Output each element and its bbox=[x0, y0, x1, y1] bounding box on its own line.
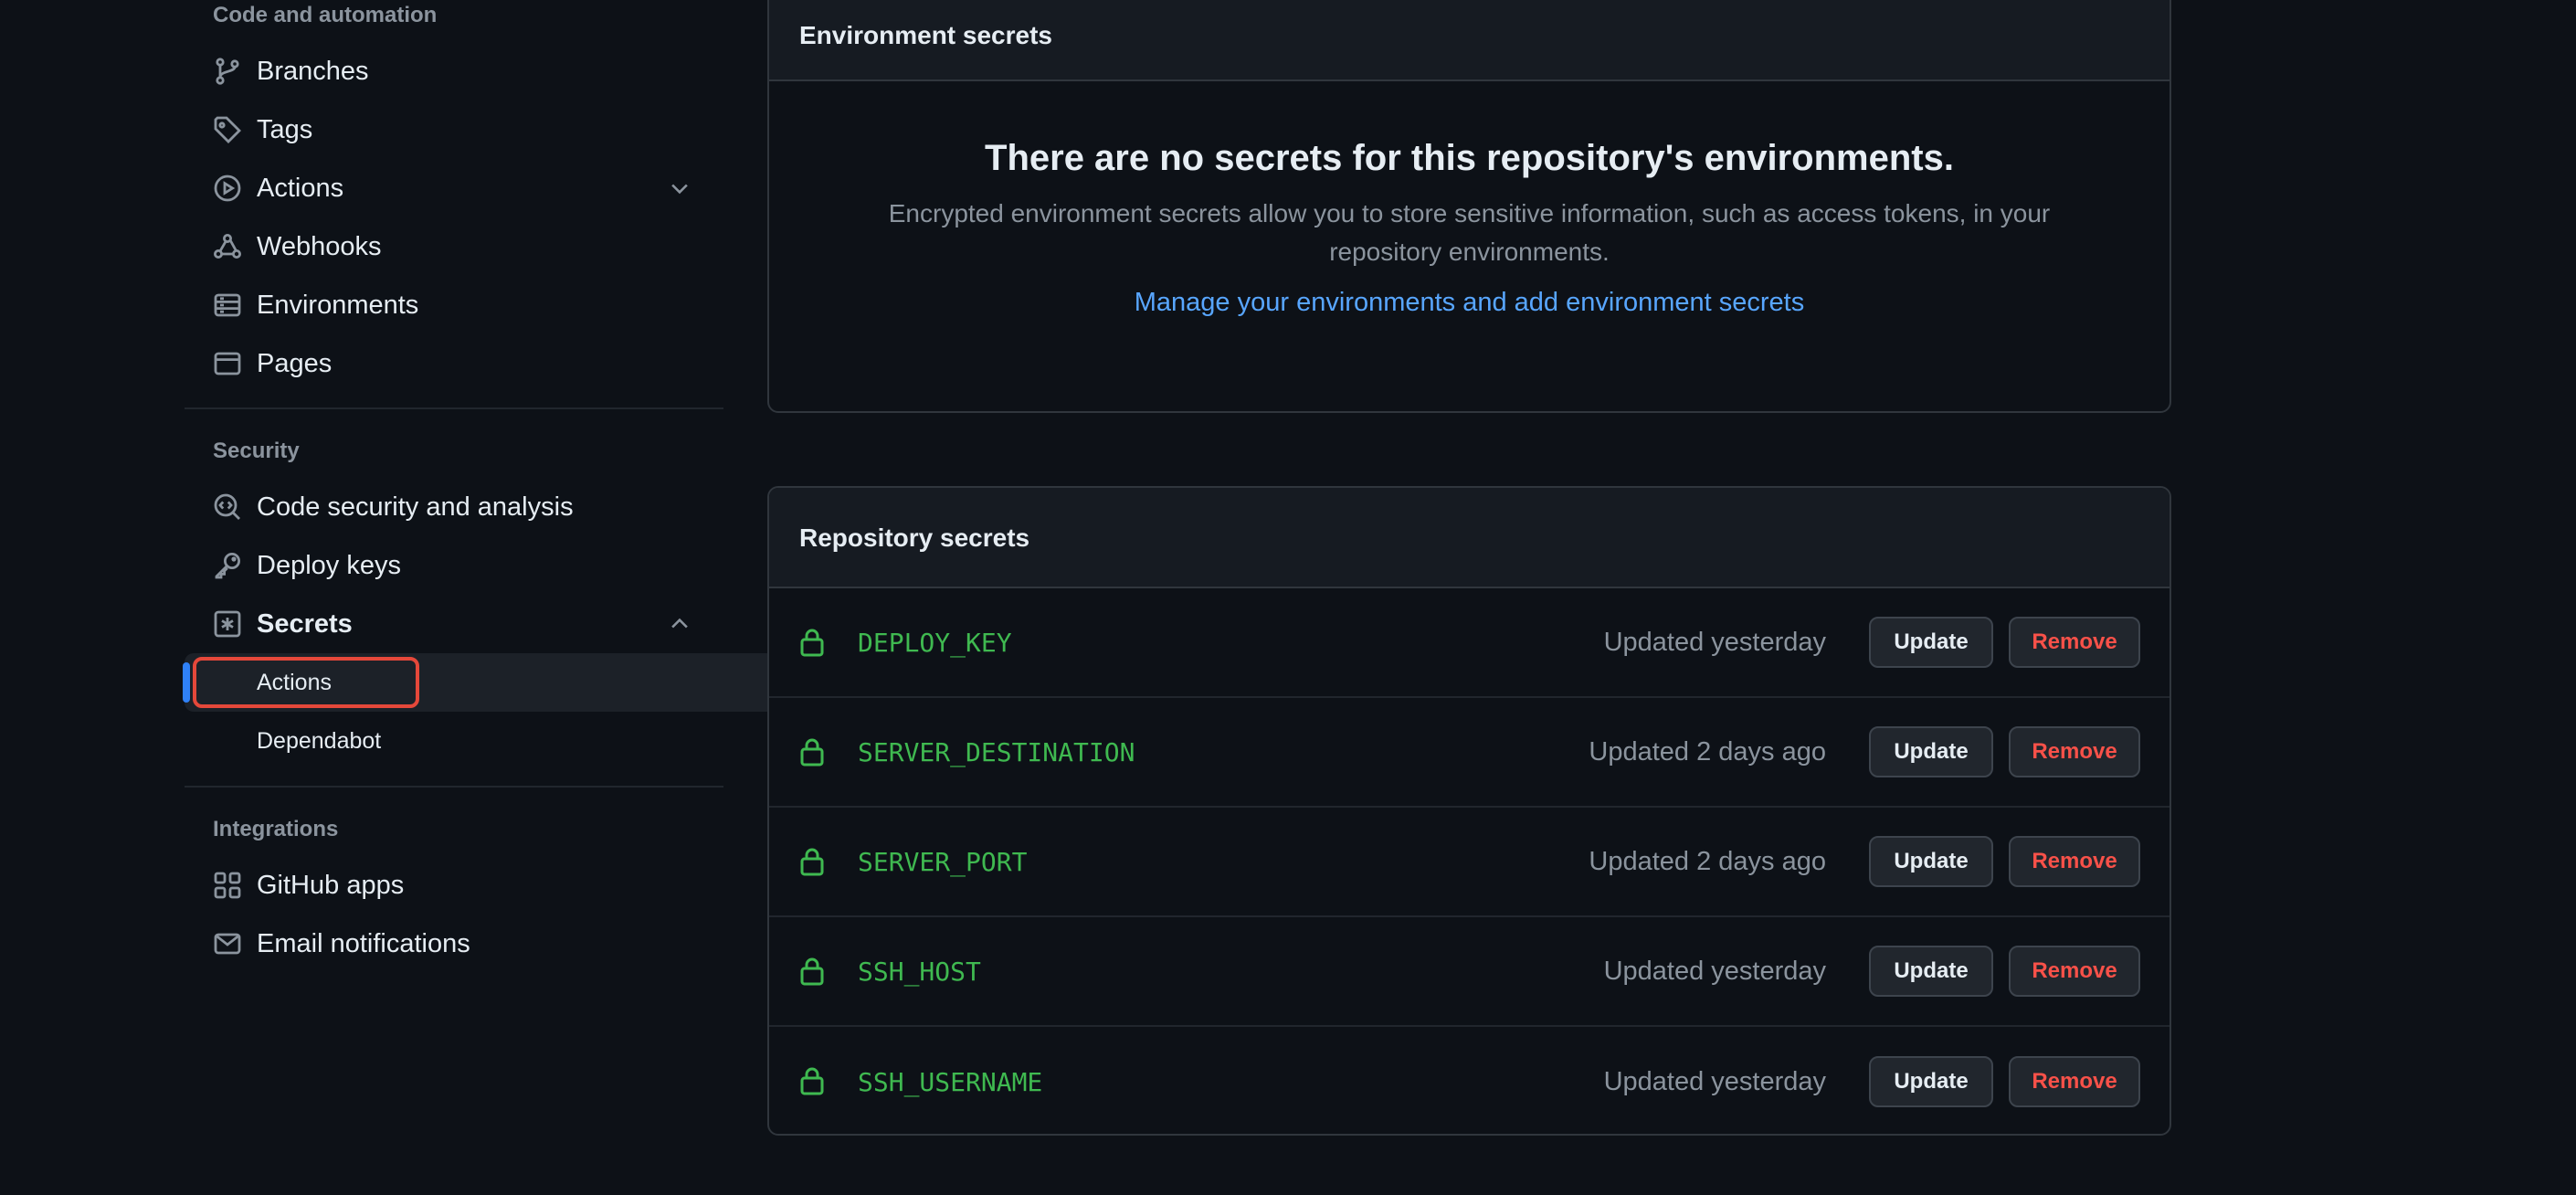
webhook-icon bbox=[213, 232, 242, 261]
sidebar-item-webhooks[interactable]: Webhooks bbox=[185, 217, 723, 276]
sidebar-item-email-notifications[interactable]: Email notifications bbox=[185, 915, 723, 973]
remove-button[interactable]: Remove bbox=[2009, 836, 2140, 887]
sidebar-item-branches[interactable]: Branches bbox=[185, 42, 723, 100]
blank-slate: There are no secrets for this repository… bbox=[769, 81, 2170, 318]
sidebar-item-label: Email notifications bbox=[257, 928, 470, 958]
git-branch-icon bbox=[213, 57, 242, 86]
integrations-heading: Integrations bbox=[213, 817, 339, 841]
chevron-down-icon[interactable] bbox=[667, 175, 692, 201]
codescan-icon bbox=[213, 492, 242, 522]
secret-name: DEPLOY_KEY bbox=[858, 627, 1012, 658]
update-button[interactable]: Update bbox=[1869, 726, 1993, 777]
sidebar-item-label: Environments bbox=[257, 290, 419, 320]
sidebar-item-label: GitHub apps bbox=[257, 870, 405, 900]
update-button[interactable]: Update bbox=[1869, 617, 1993, 668]
annotation-highlight-box bbox=[193, 657, 419, 708]
play-icon bbox=[213, 174, 242, 203]
lock-icon bbox=[800, 629, 824, 657]
secret-row: SSH_HOST Updated yesterday Update Remove bbox=[769, 917, 2170, 1027]
sidebar-item-github-apps[interactable]: GitHub apps bbox=[185, 856, 723, 915]
apps-icon bbox=[213, 871, 242, 900]
sidebar-subitem-dependabot[interactable]: Dependabot bbox=[185, 712, 723, 770]
repository-secrets-header: Repository secrets bbox=[769, 488, 2170, 588]
sidebar-item-tags[interactable]: Tags bbox=[185, 100, 723, 159]
update-button[interactable]: Update bbox=[1869, 836, 1993, 887]
security-heading: Security bbox=[213, 439, 300, 463]
asterisk-box-icon bbox=[213, 609, 242, 639]
secret-name: SERVER_PORT bbox=[858, 846, 1028, 877]
sidebar-item-pages[interactable]: Pages bbox=[185, 334, 723, 393]
secret-name: SERVER_DESTINATION bbox=[858, 736, 1135, 767]
active-indicator bbox=[183, 662, 190, 703]
manage-environments-link[interactable]: Manage your environments and add environ… bbox=[1135, 288, 1804, 318]
tag-icon bbox=[213, 115, 242, 144]
chevron-up-icon[interactable] bbox=[667, 611, 692, 637]
sidebar-item-deploy-keys[interactable]: Deploy keys bbox=[185, 536, 723, 595]
sidebar-item-label: Actions bbox=[257, 173, 344, 203]
secret-row: SSH_USERNAME Updated yesterday Update Re… bbox=[769, 1027, 2170, 1134]
browser-icon bbox=[213, 349, 242, 378]
key-icon bbox=[213, 551, 242, 580]
code-automation-heading: Code and automation bbox=[213, 3, 438, 27]
lock-icon bbox=[800, 738, 824, 767]
environment-secrets-header: Environment secrets bbox=[769, 0, 2170, 81]
secret-updated: Updated yesterday bbox=[1603, 1066, 1826, 1096]
secret-row: SERVER_PORT Updated 2 days ago Update Re… bbox=[769, 808, 2170, 917]
mail-icon bbox=[213, 929, 242, 958]
remove-button[interactable]: Remove bbox=[2009, 946, 2140, 997]
secret-name: SSH_HOST bbox=[858, 956, 981, 987]
blank-slate-description: Encrypted environment secrets allow you … bbox=[888, 199, 2051, 266]
update-button[interactable]: Update bbox=[1869, 946, 1993, 997]
sidebar-item-environments[interactable]: Environments bbox=[185, 276, 723, 334]
settings-sidebar: Code and automation Branches Tags Action… bbox=[183, 0, 781, 973]
lock-icon bbox=[800, 957, 824, 986]
sidebar-item-label: Secrets bbox=[257, 608, 353, 639]
lock-icon bbox=[800, 1067, 824, 1095]
sidebar-item-label: Webhooks bbox=[257, 231, 382, 261]
remove-button[interactable]: Remove bbox=[2009, 1056, 2140, 1107]
update-button[interactable]: Update bbox=[1869, 1056, 1993, 1107]
secret-row: DEPLOY_KEY Updated yesterday Update Remo… bbox=[769, 588, 2170, 698]
sidebar-item-label: Tags bbox=[257, 114, 313, 144]
blank-slate-title: There are no secrets for this repository… bbox=[985, 138, 1954, 178]
secret-updated: Updated 2 days ago bbox=[1589, 736, 1826, 767]
environment-secrets-panel: Environment secrets There are no secrets… bbox=[767, 0, 2171, 413]
sidebar-divider bbox=[185, 407, 723, 409]
sidebar-subitem-label: Dependabot bbox=[257, 727, 382, 754]
secret-updated: Updated yesterday bbox=[1603, 627, 1826, 657]
sidebar-item-label: Pages bbox=[257, 348, 333, 378]
sidebar-item-label: Code security and analysis bbox=[257, 492, 574, 522]
sidebar-subitem-actions[interactable]: Actions bbox=[183, 653, 781, 712]
server-icon bbox=[213, 291, 242, 320]
sidebar-item-secrets[interactable]: Secrets bbox=[185, 595, 723, 653]
repository-secrets-panel: Repository secrets DEPLOY_KEY Updated ye… bbox=[767, 486, 2171, 1136]
remove-button[interactable]: Remove bbox=[2009, 726, 2140, 777]
secret-updated: Updated 2 days ago bbox=[1589, 846, 1826, 876]
remove-button[interactable]: Remove bbox=[2009, 617, 2140, 668]
secret-name: SSH_USERNAME bbox=[858, 1066, 1043, 1097]
sidebar-item-actions[interactable]: Actions bbox=[185, 159, 723, 217]
secret-row: SERVER_DESTINATION Updated 2 days ago Up… bbox=[769, 698, 2170, 808]
sidebar-item-label: Deploy keys bbox=[257, 550, 401, 580]
settings-page: Code and automation Branches Tags Action… bbox=[0, 0, 2576, 1195]
sidebar-item-code-security[interactable]: Code security and analysis bbox=[185, 478, 723, 536]
sidebar-divider bbox=[185, 786, 723, 788]
lock-icon bbox=[800, 848, 824, 876]
sidebar-item-label: Branches bbox=[257, 56, 369, 86]
secret-updated: Updated yesterday bbox=[1603, 956, 1826, 986]
